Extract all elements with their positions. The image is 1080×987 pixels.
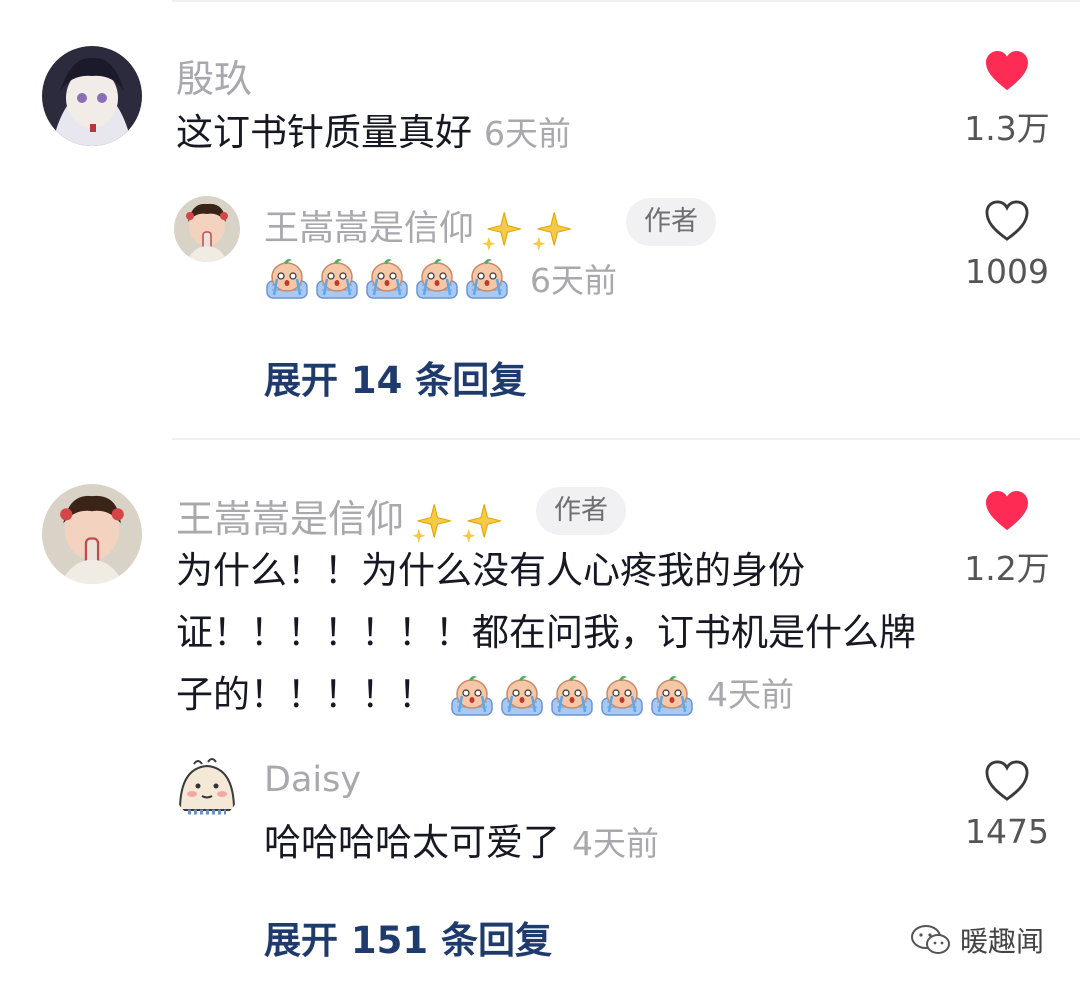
reply-text: 哈哈哈哈太可爱了 4天前 xyxy=(264,812,659,875)
author-tag: 作者 xyxy=(536,487,626,535)
crying-emoji-icon xyxy=(649,672,695,718)
crying-emoji-icon xyxy=(549,672,595,718)
crying-emoji-icon xyxy=(364,255,410,301)
comment-text-line-3: 子的！！！！！ 4天前 xyxy=(176,664,794,726)
expand-replies-link[interactable]: 展开 14 条回复 xyxy=(264,350,526,404)
like-count: 1.3万 xyxy=(964,109,1050,148)
comment-text: 这订书针质量真好 6天前 xyxy=(176,102,571,165)
heart-outline-icon[interactable] xyxy=(984,200,1030,242)
comment-author-name[interactable]: 王嵩嵩是信仰 xyxy=(176,488,504,544)
sparkles-icon xyxy=(480,208,524,252)
crying-emoji-icon xyxy=(449,672,495,718)
crying-emoji-icon xyxy=(499,672,545,718)
reply-like-count: 1009 xyxy=(965,252,1049,291)
reply-like-count: 1475 xyxy=(965,812,1049,851)
like-button[interactable]: 1.2万 xyxy=(947,490,1067,590)
reply-like-button[interactable]: 1009 xyxy=(947,200,1067,291)
like-count: 1.2万 xyxy=(964,549,1050,588)
crying-emoji-icon xyxy=(464,255,510,301)
wechat-icon xyxy=(910,925,950,954)
comment-text-line-2: 证！！！！！！！都在问我，订书机是什么牌 xyxy=(176,611,916,654)
watermark: 暖趣闻 xyxy=(910,920,1044,960)
author-tag: 作者 xyxy=(626,198,716,246)
avatar[interactable] xyxy=(42,484,142,584)
reply-like-button[interactable]: 1475 xyxy=(947,760,1067,851)
comment-text-line-1: 为什么！！为什么没有人心疼我的身份 xyxy=(176,549,805,592)
reply-body: 哈哈哈哈太可爱了 xyxy=(264,821,560,864)
top-divider xyxy=(172,0,1080,2)
reply-avatar[interactable] xyxy=(174,754,240,820)
like-button[interactable]: 1.3万 xyxy=(947,50,1067,150)
comment-body: 这订书针质量真好 xyxy=(176,111,472,154)
heart-filled-icon[interactable] xyxy=(984,490,1030,532)
reply-time: 4天前 xyxy=(572,824,659,863)
reply-avatar[interactable] xyxy=(174,196,240,262)
reply-author-label[interactable]: 王嵩嵩是信仰 xyxy=(264,209,474,249)
reply-author-name[interactable]: Daisy xyxy=(264,760,361,800)
sparkles-icon xyxy=(530,208,574,252)
reply-time: 6天前 xyxy=(530,261,617,300)
sparkles-icon xyxy=(410,500,454,544)
reply-body: 6天前 xyxy=(264,254,617,302)
comment-author-label[interactable]: 王嵩嵩是信仰 xyxy=(176,497,404,541)
heart-outline-icon[interactable] xyxy=(984,760,1030,802)
heart-filled-icon[interactable] xyxy=(984,50,1030,92)
comment-divider xyxy=(172,438,1080,440)
crying-emoji-icon xyxy=(264,255,310,301)
sparkles-icon xyxy=(460,500,504,544)
comment-text-line-3-body: 子的！！！！！ xyxy=(176,673,435,716)
comment-time: 6天前 xyxy=(484,114,571,153)
comment-author-name[interactable]: 殷玖 xyxy=(176,48,252,103)
watermark-text: 暖趣闻 xyxy=(959,925,1044,958)
crying-emoji-icon xyxy=(414,255,460,301)
comment-time: 4天前 xyxy=(707,675,794,714)
reply-author-name[interactable]: 王嵩嵩是信仰 xyxy=(264,200,574,252)
avatar[interactable] xyxy=(42,46,142,146)
crying-emoji-icon xyxy=(314,255,360,301)
crying-emoji-icon xyxy=(599,672,645,718)
expand-replies-link[interactable]: 展开 151 条回复 xyxy=(264,910,552,964)
